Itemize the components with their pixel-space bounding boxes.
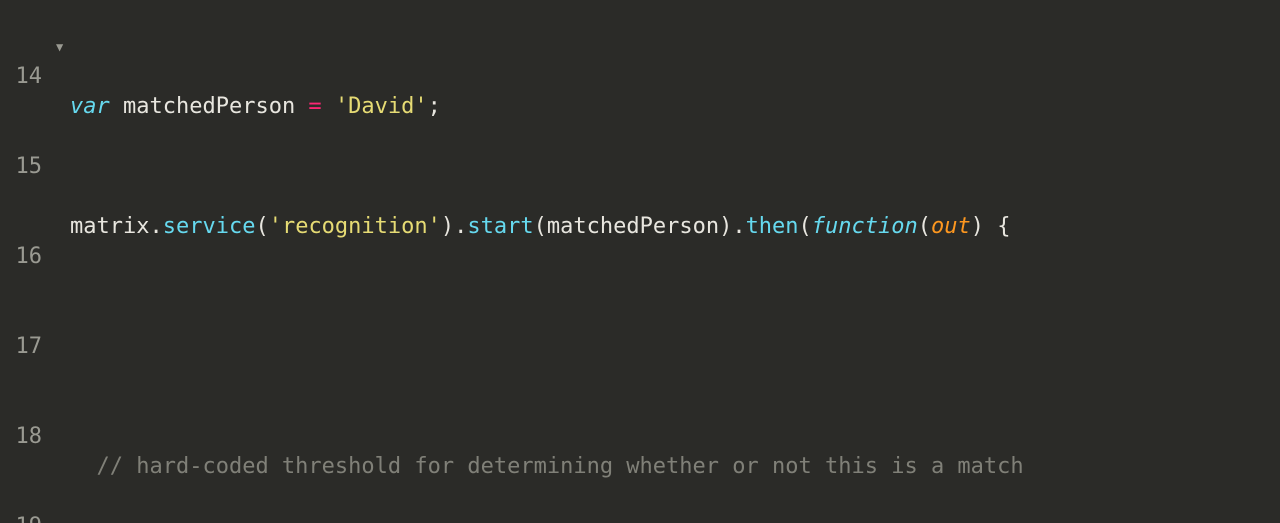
identifier: matchedPerson <box>547 214 719 239</box>
code-editor[interactable]: 14 15 16 17 18 19 20 21 22 23 24 25 26 2… <box>0 0 1280 523</box>
code-area[interactable]: var matchedPerson = 'David'; matrix.serv… <box>56 0 1130 523</box>
parameter: out <box>931 214 971 239</box>
identifier: matrix <box>70 214 149 239</box>
keyword-function: function <box>812 214 918 239</box>
method-call: service <box>163 214 256 239</box>
code-line[interactable]: var matchedPerson = 'David'; <box>70 92 1130 122</box>
identifier: matchedPerson <box>123 94 295 119</box>
method-call: start <box>467 214 533 239</box>
comment: // hard-coded threshold for determining … <box>97 454 1024 479</box>
line-number: 18 <box>8 422 42 452</box>
code-line[interactable]: matrix.service('recognition').start(matc… <box>70 212 1130 242</box>
line-number: 14 <box>8 62 42 92</box>
line-number: 19 <box>8 512 42 523</box>
method-call: then <box>746 214 799 239</box>
line-number: 16 <box>8 242 42 272</box>
code-line[interactable]: // hard-coded threshold for determining … <box>70 452 1130 482</box>
line-number: 17 <box>8 332 42 362</box>
operator: = <box>295 94 335 119</box>
code-line[interactable] <box>70 332 1130 362</box>
line-number: 15 <box>8 152 42 182</box>
keyword-var: var <box>70 94 110 119</box>
string-literal: 'recognition' <box>269 214 441 239</box>
string-literal: 'David' <box>335 94 428 119</box>
line-number-gutter: 14 15 16 17 18 19 20 21 22 23 24 25 26 2… <box>0 0 56 523</box>
fold-toggle-icon[interactable]: ▼ <box>56 32 63 62</box>
